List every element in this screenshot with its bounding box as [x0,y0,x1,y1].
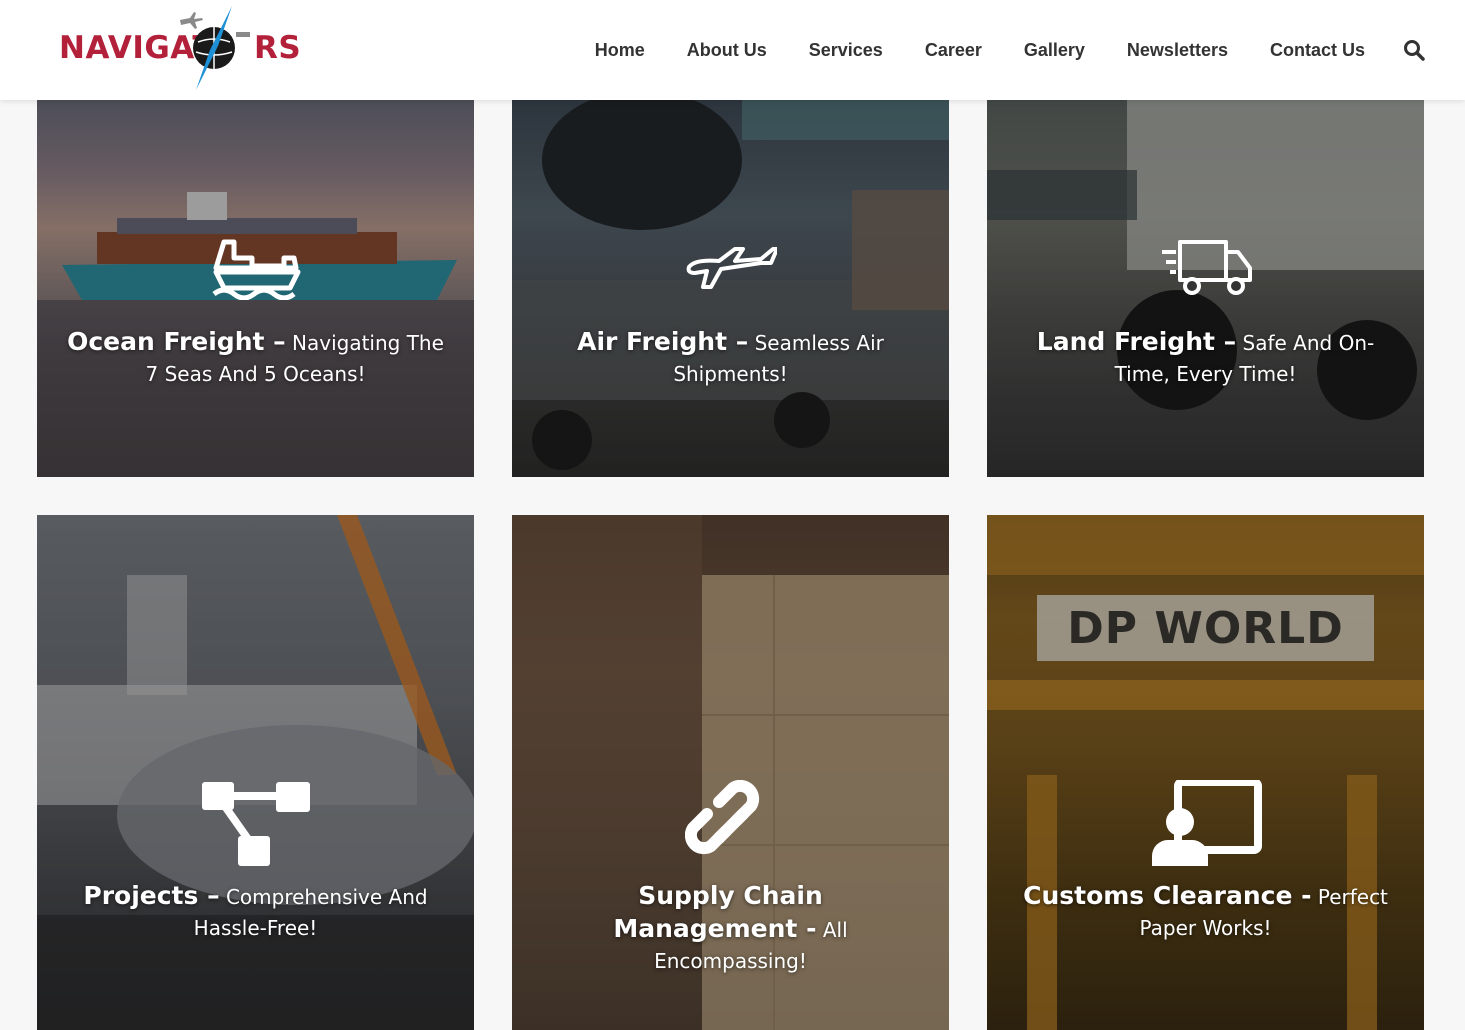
main-nav: Home About Us Services Career Gallery Ne… [553,0,1425,100]
ship-icon [211,239,300,300]
projects-title: Projects – [83,881,220,910]
nav-home[interactable]: Home [595,40,645,61]
land-freight-caption: Land Freight – Safe And On-Time, Every T… [1017,326,1394,390]
nav-about-us[interactable]: About Us [687,40,767,61]
search-icon[interactable] [1403,39,1425,61]
projects-caption: Projects – Comprehensive And Hassle-Free… [67,880,444,944]
air-freight-title: Air Freight – [577,327,749,356]
service-card-customs-clearance[interactable]: DP WORLD Customs Clearance - Perfect Pap… [987,515,1424,1030]
site-header: NAVIGAT RS Home About Us Services Career… [0,0,1465,100]
service-card-air-freight[interactable]: Air Freight – Seamless Air Shipments! [512,100,949,477]
link-icon [684,780,759,855]
service-card-land-freight[interactable]: Land Freight – Safe And On-Time, Every T… [987,100,1424,477]
nav-services[interactable]: Services [809,40,883,61]
nav-gallery[interactable]: Gallery [1024,40,1085,61]
air-freight-caption: Air Freight – Seamless Air Shipments! [542,326,919,390]
truck-icon [1161,240,1252,295]
services-grid: Ocean Freight – Navigating The 7 Seas An… [37,100,1424,1030]
logo-text-right: RS [254,30,302,66]
service-card-supply-chain-management[interactable]: Supply Chain Management - All Encompassi… [512,515,949,1030]
land-freight-title: Land Freight – [1036,327,1237,356]
service-card-ocean-freight[interactable]: Ocean Freight – Navigating The 7 Seas An… [37,100,474,477]
compass-globe-icon [180,6,250,90]
navigators-logo[interactable]: NAVIGAT RS [56,2,306,94]
projects-subtitle: Comprehensive And Hassle-Free! [193,885,428,940]
supply-chain-caption: Supply Chain Management - All Encompassi… [542,880,919,977]
sitemap-icon [201,782,310,866]
ocean-freight-title: Ocean Freight – [67,327,286,356]
nav-contact-us[interactable]: Contact Us [1270,40,1365,61]
customs-clearance-title: Customs Clearance - [1023,881,1312,910]
airplane-icon [686,247,777,289]
customs-clearance-caption: Customs Clearance - Perfect Paper Works! [1017,880,1394,944]
supply-chain-title: Supply Chain Management - [613,881,823,943]
service-card-projects[interactable]: Projects – Comprehensive And Hassle-Free… [37,515,474,1030]
nav-newsletters[interactable]: Newsletters [1127,40,1228,61]
presenter-icon [1151,780,1262,866]
nav-career[interactable]: Career [925,40,982,61]
ocean-freight-caption: Ocean Freight – Navigating The 7 Seas An… [67,326,444,390]
